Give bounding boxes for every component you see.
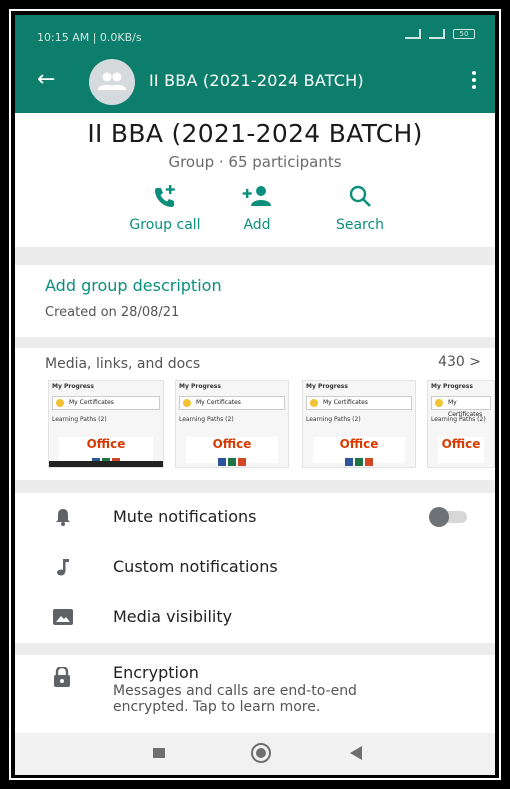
recents-icon[interactable] xyxy=(153,748,165,758)
signal-icon-2 xyxy=(429,29,445,39)
thumb-paths: Learning Paths (2) xyxy=(52,416,107,423)
created-date: Created on 28/08/21 xyxy=(45,305,180,320)
thumb-paths: Learning Paths (2) xyxy=(179,416,234,423)
office-text: Office xyxy=(86,437,126,451)
group-call-button[interactable]: Group call xyxy=(120,183,210,243)
participants-count: Group · 65 participants xyxy=(168,153,342,171)
thumb-bar xyxy=(49,461,163,467)
notification-settings: Mute notifications Custom notifications … xyxy=(15,493,495,643)
media-thumbnail[interactable]: My Progress My Certificates Learning Pat… xyxy=(427,380,495,468)
thumb-certificates: My Certificates xyxy=(431,396,491,418)
system-nav-bar xyxy=(15,733,495,775)
thumb-progress: My Progress xyxy=(306,383,348,390)
thumb-certificates: My Certificates xyxy=(52,396,160,410)
more-vert-icon[interactable] xyxy=(471,71,477,89)
search-label: Search xyxy=(335,217,385,233)
status-bar: 10:15 AM | 0.0KB/s 50 xyxy=(15,15,495,51)
group-header: II BBA (2021-2024 BATCH) Group · 65 part… xyxy=(15,113,495,247)
add-description-link[interactable]: Add group description xyxy=(45,276,222,295)
group-avatar[interactable] xyxy=(89,59,135,105)
home-icon[interactable] xyxy=(251,743,271,763)
media-thumbnail[interactable]: My Progress My Certificates Learning Pat… xyxy=(48,380,164,468)
media-count[interactable]: 430 > xyxy=(438,354,481,370)
custom-notifications-row[interactable]: Custom notifications xyxy=(15,543,495,591)
office-logo: Office xyxy=(186,437,278,466)
group-call-label: Group call xyxy=(129,217,201,233)
thumb-progress: My Progress xyxy=(52,383,94,390)
media-visibility-row[interactable]: Media visibility xyxy=(15,593,495,641)
section-divider xyxy=(15,247,495,265)
thumb-certificates: My Certificates xyxy=(179,396,285,410)
office-text: Office xyxy=(339,437,379,451)
section-divider xyxy=(15,643,495,655)
arrow-left-icon[interactable]: ← xyxy=(37,69,55,91)
mute-notifications-label: Mute notifications xyxy=(113,507,257,526)
add-call-icon xyxy=(120,183,210,209)
app-bar: ← II BBA (2021-2024 BATCH) xyxy=(15,51,495,113)
thumb-paths: Learning Paths (2) xyxy=(306,416,361,423)
status-time: 10:15 AM | 0.0KB/s xyxy=(37,31,142,44)
person-add-icon xyxy=(227,183,287,209)
encryption-title: Encryption xyxy=(113,663,199,682)
section-divider xyxy=(15,480,495,493)
add-participant-button[interactable]: Add xyxy=(227,183,287,243)
music-note-icon xyxy=(53,557,73,577)
section-divider xyxy=(15,337,495,348)
add-label: Add xyxy=(243,217,271,233)
office-logo: Office xyxy=(313,437,405,466)
thumb-progress: My Progress xyxy=(431,383,473,390)
image-icon xyxy=(53,607,73,627)
office-logo: Office xyxy=(438,437,484,463)
search-button[interactable]: Search xyxy=(320,183,400,243)
custom-notifications-label: Custom notifications xyxy=(113,557,278,576)
group-icon xyxy=(98,72,126,90)
thumb-progress: My Progress xyxy=(179,383,221,390)
action-row: Group call Add Search xyxy=(15,183,495,243)
app-bar-title: II BBA (2021-2024 BATCH) xyxy=(149,71,364,90)
status-icons: 50 xyxy=(405,29,475,39)
lock-icon xyxy=(53,665,71,691)
office-text: Office xyxy=(212,437,252,451)
encryption-row[interactable]: Encryption Messages and calls are end-to… xyxy=(15,655,495,729)
encryption-subtitle: Messages and calls are end-to-end encryp… xyxy=(113,683,357,715)
thumb-certificates: My Certificates xyxy=(306,396,412,410)
media-section: Media, links, and docs 430 > My Progress… xyxy=(15,348,495,480)
mute-toggle[interactable] xyxy=(429,507,467,527)
office-logo: Office xyxy=(59,437,153,466)
media-visibility-label: Media visibility xyxy=(113,607,233,626)
signal-icon xyxy=(405,29,421,39)
toggle-knob xyxy=(429,507,449,527)
group-name: II BBA (2021-2024 BATCH) xyxy=(87,119,423,148)
media-thumbnail[interactable]: My Progress My Certificates Learning Pat… xyxy=(302,380,416,468)
back-icon[interactable] xyxy=(350,746,362,760)
media-thumbnail[interactable]: My Progress My Certificates Learning Pat… xyxy=(175,380,289,468)
office-text: Office xyxy=(441,437,481,451)
battery-icon: 50 xyxy=(453,29,475,39)
bell-icon xyxy=(53,507,73,527)
search-icon xyxy=(320,183,400,209)
mute-notifications-row[interactable]: Mute notifications xyxy=(15,493,495,541)
description-section[interactable]: Add group description Created on 28/08/2… xyxy=(15,265,495,337)
phone-screen: 10:15 AM | 0.0KB/s 50 ← II BBA (2021-202… xyxy=(15,15,495,775)
media-title[interactable]: Media, links, and docs xyxy=(45,356,200,372)
